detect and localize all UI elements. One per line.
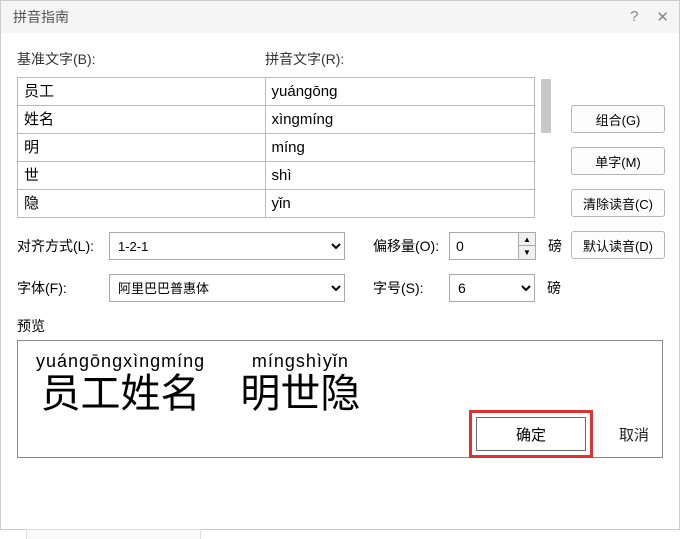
ruby-cell[interactable]: shì [266,162,535,190]
size-select[interactable]: 6 [449,274,535,302]
base-cell[interactable]: 世 [18,162,266,190]
offset-unit: 磅 [548,236,562,256]
alignment-select[interactable]: 1-2-1 [109,232,345,260]
help-icon[interactable]: ? [630,8,638,26]
text-grid: 员工 yuángōng 姓名 xìngmíng 明 míng 世 shì 隐 [17,77,535,218]
scrollbar-thumb[interactable] [541,79,551,133]
ruby-cell[interactable]: xìngmíng [266,106,535,134]
ok-button[interactable]: 确定 [476,417,586,451]
table-row: 隐 yǐn [18,190,535,218]
background-strip [26,529,201,539]
base-cell[interactable]: 明 [18,134,266,162]
cancel-button[interactable]: 取消 [619,424,649,445]
titlebar: 拼音指南 ? ✕ [1,1,679,33]
table-row: 员工 yuángōng [18,78,535,106]
close-icon[interactable]: ✕ [656,8,669,26]
default-reading-button[interactable]: 默认读音(D) [571,231,665,259]
phonetic-guide-dialog: 拼音指南 ? ✕ 基准文字(B): 拼音文字(R): 员工 yuángōng 姓… [0,0,680,530]
ruby-cell[interactable]: yǐn [266,190,535,218]
dialog-title: 拼音指南 [13,7,69,27]
table-row: 姓名 xìngmíng [18,106,535,134]
mono-button[interactable]: 单字(M) [571,147,665,175]
size-label: 字号(S): [373,278,441,298]
font-label: 字体(F): [17,278,101,298]
size-unit: 磅 [547,278,561,298]
alignment-label: 对齐方式(L): [17,236,101,256]
offset-input[interactable] [449,232,519,260]
base-cell[interactable]: 隐 [18,190,266,218]
font-select[interactable]: 阿里巴巴普惠体 [109,274,345,302]
base-text-label: 基准文字(B): [17,49,265,69]
preview-group-2: míngshìyǐn 明世隐 [240,351,360,416]
offset-step-up[interactable]: ▲ [519,233,535,246]
preview-label: 预览 [17,316,663,336]
ruby-text-label: 拼音文字(R): [265,49,344,69]
preview-group-1: yuángōngxìngmíng 员工姓名 [36,351,205,416]
base-cell[interactable]: 姓名 [18,106,266,134]
ruby-cell[interactable]: míng [266,134,535,162]
offset-step-down[interactable]: ▼ [519,246,535,259]
base-cell[interactable]: 员工 [18,78,266,106]
group-button[interactable]: 组合(G) [571,105,665,133]
ruby-cell[interactable]: yuángōng [266,78,535,106]
table-row: 世 shì [18,162,535,190]
ok-highlight-box: 确定 [469,410,593,458]
table-row: 明 míng [18,134,535,162]
clear-reading-button[interactable]: 清除读音(C) [571,189,665,217]
offset-label: 偏移量(O): [373,236,441,256]
